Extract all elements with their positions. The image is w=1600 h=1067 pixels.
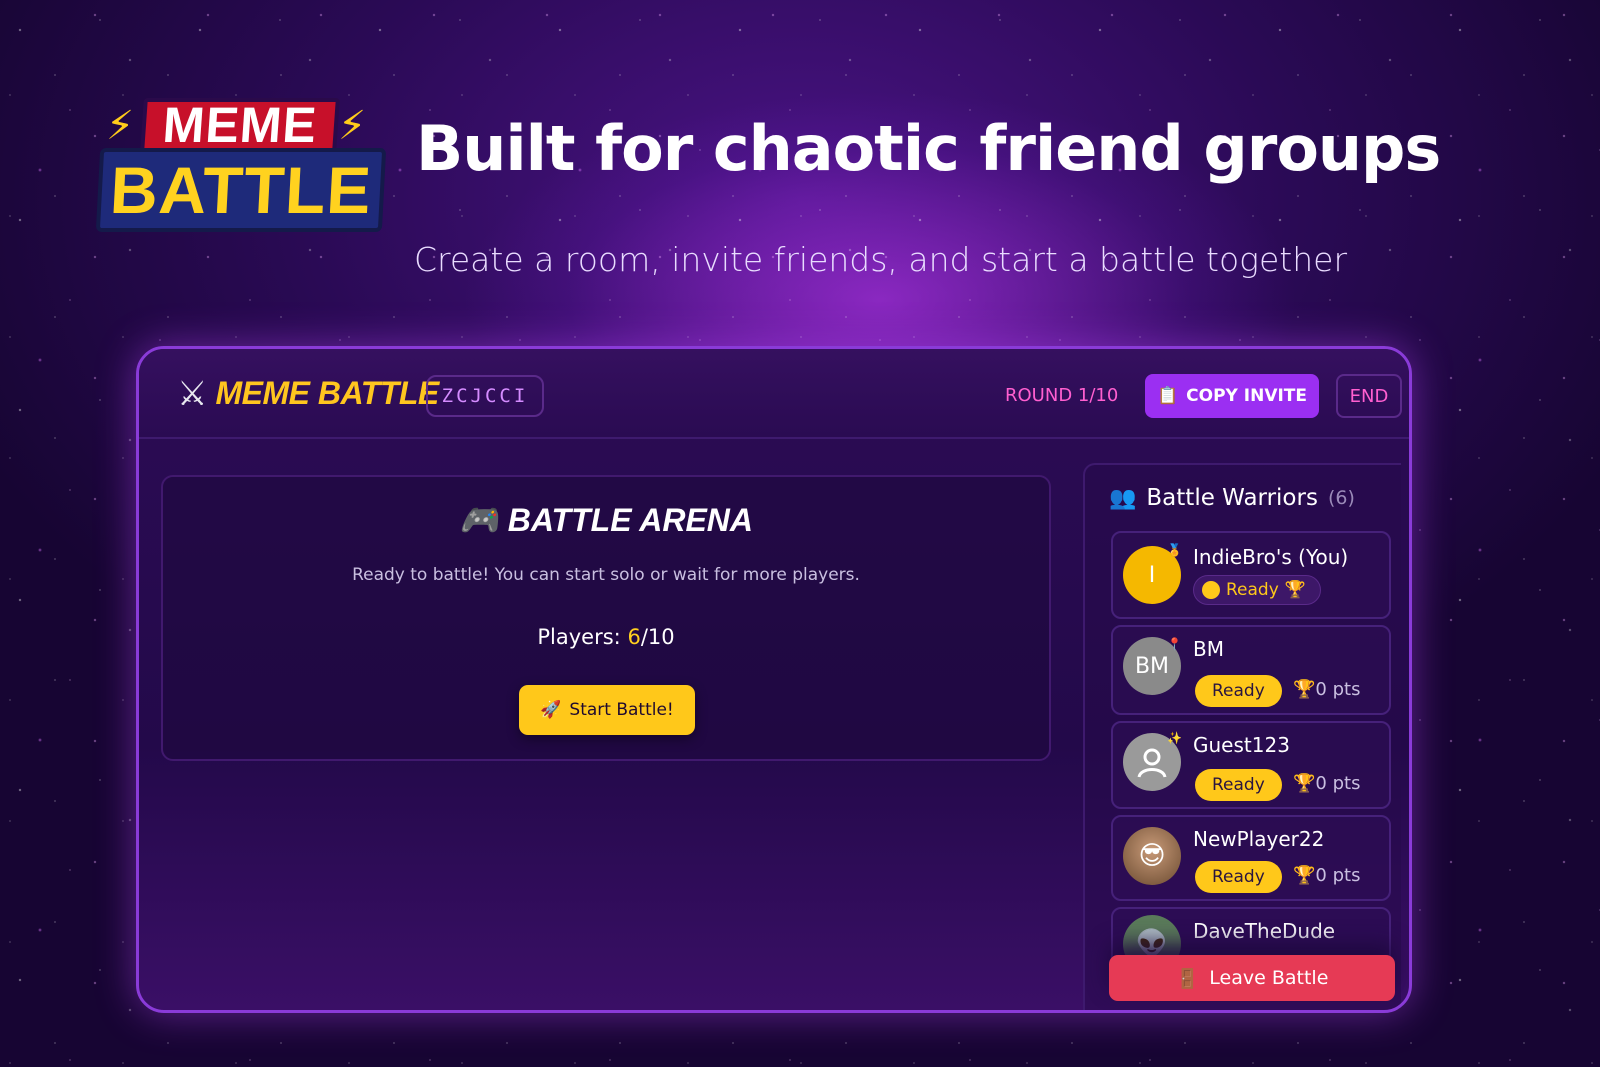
- battle-arena-panel: 🎮 BATTLE ARENA Ready to battle! You can …: [161, 475, 1051, 761]
- player-points: 🏆0 pts: [1293, 773, 1360, 794]
- room-code-badge[interactable]: ZCJCCI: [426, 375, 544, 417]
- lightning-bolt-icon: ⚡: [106, 103, 135, 149]
- pin-icon: 📍: [1167, 637, 1182, 651]
- status-badge: Ready 🏆: [1193, 575, 1321, 605]
- player-name: Guest123: [1193, 733, 1290, 757]
- users-icon: 👥: [1109, 485, 1137, 511]
- sidebar-title-text: Battle Warriors: [1146, 485, 1318, 511]
- arena-title-text: BATTLE ARENA: [507, 502, 754, 538]
- trophy-icon: 🏆: [1293, 773, 1316, 794]
- players-count: Players: 6/10: [163, 625, 1049, 649]
- end-button[interactable]: END: [1336, 374, 1402, 418]
- arena-title: 🎮 BATTLE ARENA: [163, 501, 1049, 539]
- avatar: 😎: [1123, 827, 1181, 885]
- app-topbar: ⚔ MEME BATTLE ZCJCCI ROUND 1/10 📋 COPY I…: [139, 349, 1409, 439]
- player-name: NewPlayer22: [1193, 827, 1325, 851]
- hero-headline: Built for chaotic friend groups: [416, 112, 1441, 185]
- player-points: 🏆0 pts: [1293, 679, 1360, 700]
- player-card[interactable]: ✨ Guest123 Ready 🏆0 pts: [1111, 721, 1391, 809]
- player-card[interactable]: BM 📍 BM Ready 🏆0 pts: [1111, 625, 1391, 715]
- rocket-icon: 🚀: [540, 700, 562, 720]
- players-sidebar: 👥 Battle Warriors (6) I 🏅 IndieBro's (Yo…: [1083, 463, 1401, 1010]
- player-name: BM: [1193, 637, 1224, 661]
- player-name: DaveTheDude: [1193, 919, 1336, 943]
- status-badge: Ready: [1195, 675, 1282, 707]
- app-window: ⚔ MEME BATTLE ZCJCCI ROUND 1/10 📋 COPY I…: [136, 346, 1412, 1013]
- players-label: Players:: [537, 625, 628, 649]
- sidebar-title: 👥 Battle Warriors (6): [1109, 485, 1355, 511]
- coin-icon: [1202, 581, 1220, 599]
- leave-battle-label: Leave Battle: [1209, 967, 1329, 989]
- players-max: /10: [640, 625, 675, 649]
- points-label: 0 pts: [1315, 865, 1361, 886]
- arena-description: Ready to battle! You can start solo or w…: [352, 565, 860, 585]
- start-battle-button[interactable]: 🚀 Start Battle!: [519, 685, 695, 735]
- players-current: 6: [627, 625, 641, 649]
- sparkle-icon: ✨: [1167, 731, 1182, 745]
- clipboard-icon: 📋: [1156, 386, 1179, 406]
- door-icon: 🚪: [1175, 967, 1200, 990]
- points-label: 0 pts: [1315, 679, 1361, 700]
- logo-text-battle: BATTLE: [95, 148, 387, 232]
- lightning-bolt-icon: ⚡: [338, 103, 367, 149]
- trophy-icon: 🏆: [1284, 580, 1306, 600]
- status-label: Ready: [1226, 580, 1279, 600]
- app-brand-text: MEME BATTLE: [215, 375, 439, 411]
- player-card[interactable]: I 🏅 IndieBro's (You) Ready 🏆: [1111, 531, 1391, 619]
- user-silhouette-icon: [1137, 748, 1167, 778]
- points-label: 0 pts: [1315, 773, 1361, 794]
- trophy-icon: 🏆: [1293, 865, 1316, 886]
- avatar-initial: BM: [1134, 653, 1170, 679]
- crossed-swords-icon: ⚔: [177, 373, 208, 414]
- status-badge: Ready: [1195, 769, 1282, 801]
- round-indicator: ROUND 1/10: [1005, 385, 1119, 406]
- player-points: 🏆0 pts: [1293, 865, 1360, 886]
- game-controller-icon: 🎮: [458, 502, 499, 538]
- hero-subline: Create a room, invite friends, and start…: [414, 240, 1348, 279]
- player-card[interactable]: 😎 NewPlayer22 Ready 🏆0 pts: [1111, 815, 1391, 901]
- status-badge: Ready: [1195, 861, 1282, 893]
- trophy-icon: 🏆: [1293, 679, 1316, 700]
- meme-battle-logo: ⚡ ⚡ MEME BATTLE: [95, 97, 387, 232]
- sunglasses-face-icon: 😎: [1138, 841, 1166, 871]
- logo-text-meme: MEME: [140, 97, 340, 153]
- medal-icon: 🏅: [1167, 543, 1182, 557]
- sidebar-player-count: (6): [1327, 487, 1355, 509]
- start-battle-label: Start Battle!: [569, 700, 674, 720]
- leave-battle-button[interactable]: 🚪 Leave Battle: [1109, 955, 1395, 1001]
- copy-invite-button[interactable]: 📋 COPY INVITE: [1145, 374, 1319, 418]
- avatar-initial: I: [1148, 562, 1156, 588]
- copy-invite-label: COPY INVITE: [1186, 386, 1308, 406]
- app-brand: ⚔ MEME BATTLE: [177, 375, 439, 412]
- player-name: IndieBro's (You): [1193, 545, 1349, 569]
